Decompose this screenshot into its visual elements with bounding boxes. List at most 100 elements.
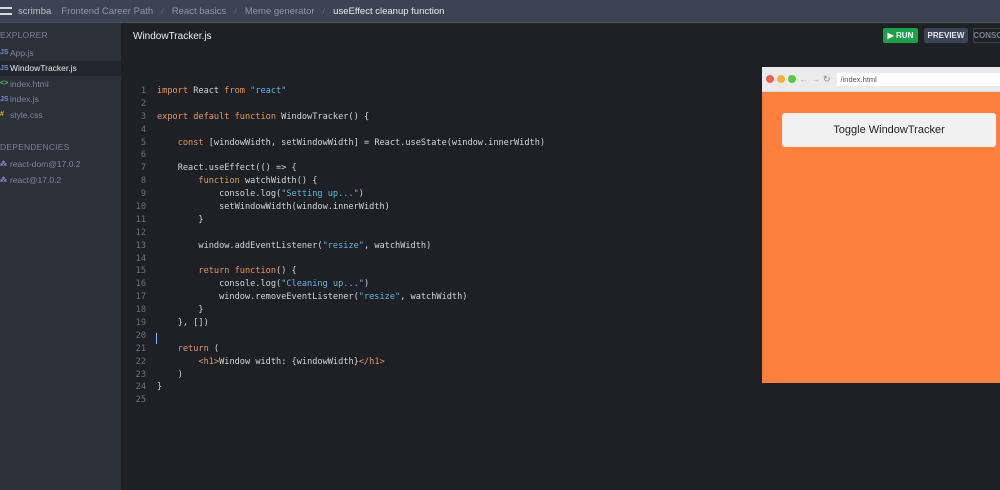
breadcrumb-meme-generator[interactable]: Meme generator [245, 6, 315, 17]
file-item[interactable]: # style.css [0, 107, 121, 123]
file-item[interactable]: JS index.js [0, 92, 121, 108]
dependencies-heading: DEPENDENCIES [0, 141, 70, 152]
code-token: React [188, 86, 225, 96]
brand-name: scrimba [18, 5, 52, 17]
code-token: function [198, 176, 240, 187]
code-line: 10 setWindowWidth(window.innerWidth) [121, 201, 545, 214]
breadcrumb-separator: / [234, 5, 237, 17]
code-token: React.useEffect(() => { [157, 163, 297, 174]
code-line: 6 [121, 149, 545, 162]
maximize-dot-icon [788, 75, 796, 83]
code-line: 15 return function() { [121, 265, 545, 278]
reload-icon[interactable]: ↻ [823, 74, 831, 85]
line-number: 6 [140, 150, 146, 161]
line-number: 17 [135, 292, 146, 303]
scrimba-logo-icon [0, 7, 12, 15]
js-file-icon: JS [0, 95, 9, 103]
code-line: 20 [121, 330, 545, 343]
code-token: "react" [250, 86, 287, 96]
code-token: setWindowWidth(window.innerWidth) [157, 202, 390, 213]
code-area[interactable]: 1 import React from "react" 2 3 export defau… [121, 85, 545, 407]
dependency-name: react@17.0.2 [10, 174, 62, 185]
url-bar[interactable]: /index.html [836, 72, 1000, 86]
line-number: 25 [135, 395, 146, 406]
explorer-heading: EXPLORER [0, 30, 48, 40]
code-line: 12 [121, 227, 545, 240]
breadcrumb-frontend-career-path[interactable]: Frontend Career Path [61, 6, 153, 17]
line-number: 11 [135, 214, 146, 225]
code-token: window.removeEventListener( [157, 292, 359, 303]
code-token: "Cleaning up..." [281, 279, 364, 290]
code-line: 25 [121, 394, 545, 407]
run-button[interactable]: ▶ RUN [883, 28, 918, 43]
code-line: 23 ) [121, 369, 545, 382]
js-file-icon: JS [0, 49, 9, 57]
code-line: 13 window.addEventListener("resize", wat… [121, 240, 545, 253]
file-name: style.css [10, 109, 43, 120]
code-line: 3 export default function WindowTracker()… [121, 111, 545, 124]
dependency-item[interactable]: ⁂ react@17.0.2 [0, 172, 121, 188]
minimize-dot-icon [777, 75, 785, 83]
line-number: 18 [135, 305, 146, 316]
line-number: 12 [135, 227, 146, 238]
file-item[interactable]: JS WindowTracker.js [0, 60, 121, 76]
code-token: }, []) [157, 318, 209, 329]
code-token: </h1> [358, 356, 385, 367]
code-line: 22 <h1> Window width: {windowWidth} </h1> [121, 356, 545, 369]
back-arrow-icon[interactable]: ← [799, 74, 808, 84]
code-line: 21 return ( [121, 343, 545, 356]
file-item[interactable]: <> index.html [0, 76, 121, 92]
line-number: 3 [140, 111, 146, 122]
file-name: index.html [10, 78, 49, 89]
line-number: 13 [135, 240, 146, 251]
code-token: import [157, 86, 189, 96]
file-item[interactable]: JS App.js [0, 45, 121, 61]
code-token: window.addEventListener( [157, 240, 323, 251]
line-number: 21 [135, 343, 146, 354]
close-dot-icon [766, 75, 774, 83]
code-token: [windowWidth, setWindowWidth] = React.us… [203, 137, 546, 148]
scrimba-logo[interactable]: scrimba [0, 6, 51, 17]
preview-button[interactable]: PREVIEW [924, 28, 968, 43]
forward-arrow-icon[interactable]: → [811, 74, 820, 84]
dependency-item[interactable]: ⁂ react-dom@17.0.2 [0, 157, 121, 173]
code-token: ( [208, 343, 220, 354]
code-line: 2 [121, 98, 545, 111]
line-number: 15 [135, 266, 146, 277]
line-number: 24 [135, 382, 146, 393]
file-name: App.js [10, 47, 34, 58]
code-line: 9 console.log("Setting up...") [121, 188, 545, 201]
code-token: console.log( [157, 279, 282, 290]
line-number: 16 [135, 279, 146, 290]
console-button[interactable]: CONSOLE [973, 28, 1000, 43]
code-token: "resize" [358, 292, 401, 303]
code-line: 17 window.removeEventListener("resize", … [121, 291, 545, 304]
breadcrumb-separator: / [322, 5, 326, 17]
line-number: 22 [135, 356, 146, 367]
html-file-icon: <> [0, 80, 9, 88]
code-line: 7 React.useEffect(() => { [121, 162, 545, 175]
code-line: 19 }, []) [121, 317, 545, 330]
line-number: 5 [140, 137, 146, 148]
code-token: } [157, 305, 204, 316]
code-token: Window width: {windowWidth} [219, 356, 359, 367]
css-file-icon: # [0, 111, 4, 119]
file-explorer-sidebar: EXPLORER JS App.js JS WindowTracker.js <> ind… [0, 23, 121, 490]
line-number: 20 [135, 330, 146, 341]
code-token: } [157, 382, 163, 393]
code-token: ) [358, 189, 364, 200]
toggle-windowtracker-button[interactable]: Toggle WindowTracker [782, 113, 996, 147]
line-number: 8 [140, 176, 146, 187]
line-number: 1 [140, 86, 146, 96]
code-line: 1 import React from "react" [121, 85, 545, 98]
code-token: return [177, 343, 209, 354]
line-number: 9 [140, 189, 146, 200]
code-token: , watchWidth) [400, 292, 468, 303]
line-number: 10 [135, 202, 146, 213]
line-number: 19 [135, 318, 146, 329]
breadcrumb-react-basics[interactable]: React basics [172, 6, 226, 17]
